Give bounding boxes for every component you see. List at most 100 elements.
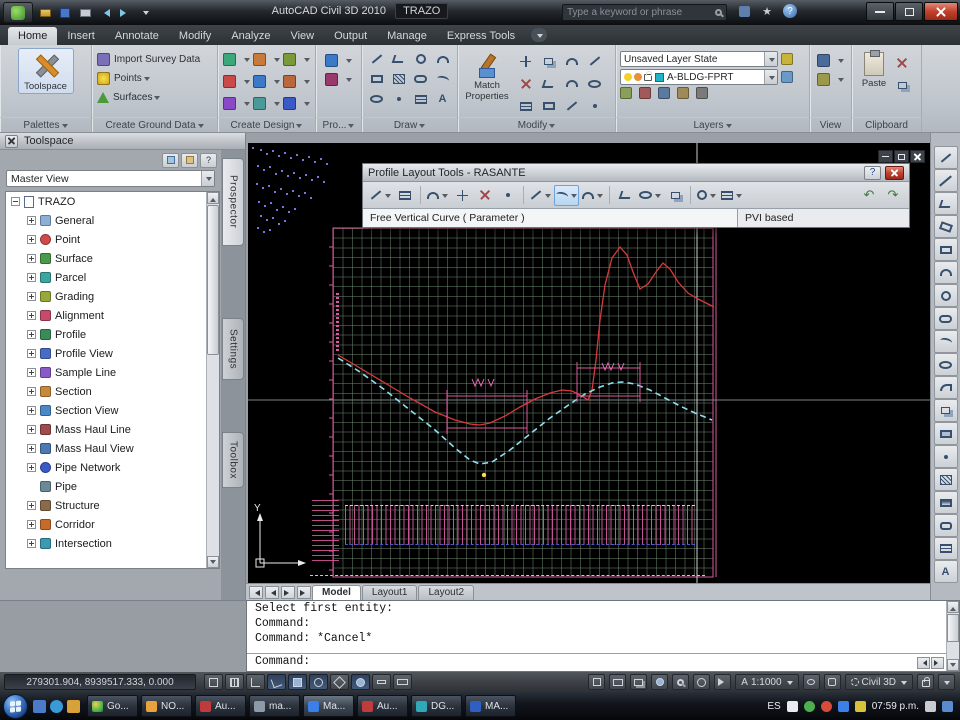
intersection-tool-button[interactable] — [222, 94, 252, 113]
tree-item-pipe-network[interactable]: Pipe Network — [6, 458, 219, 477]
view-selector-dropdown[interactable]: Master View — [6, 170, 215, 187]
scrollbar-thumb[interactable] — [947, 614, 959, 642]
show-desktop-icon[interactable] — [33, 699, 46, 713]
show-motion-button[interactable] — [714, 674, 732, 690]
polygon-tool-button[interactable] — [933, 215, 958, 238]
corridor-tool-button[interactable] — [281, 72, 311, 91]
pan-button[interactable] — [651, 674, 669, 690]
text-button[interactable]: A — [432, 91, 454, 107]
tab-settings[interactable]: Settings — [222, 318, 244, 380]
panel-design-footer[interactable]: Create Design — [218, 117, 315, 132]
tab-prospector[interactable]: Prospector — [222, 158, 244, 246]
expand-box-icon[interactable] — [27, 406, 36, 415]
tab-view[interactable]: View — [280, 27, 324, 45]
expand-box-icon[interactable] — [27, 216, 36, 225]
layer-isolate-icon[interactable] — [781, 71, 793, 83]
low-point-marker[interactable] — [481, 472, 487, 478]
array-button[interactable] — [514, 98, 537, 114]
layer-match-icon[interactable] — [677, 87, 689, 99]
tree-item-mass-haul-view[interactable]: Mass Haul View — [6, 439, 219, 458]
tree-item-section[interactable]: Section — [6, 382, 219, 401]
command-prompt[interactable]: Command: — [255, 655, 310, 668]
browser-icon[interactable] — [50, 699, 63, 713]
toolspace-button[interactable]: Toolspace — [17, 48, 74, 94]
open-button[interactable] — [36, 4, 54, 21]
copy-button[interactable] — [537, 53, 560, 69]
application-menu-button[interactable] — [3, 2, 33, 23]
layer-walk-icon[interactable] — [696, 87, 708, 99]
insert-pvi-button[interactable] — [451, 185, 473, 206]
layer-state-icon[interactable] — [781, 53, 793, 65]
construction-line-button[interactable] — [933, 169, 958, 192]
offset-button[interactable] — [583, 76, 606, 92]
layer-on-bulb-icon[interactable] — [624, 73, 632, 81]
circle-tool-button[interactable] — [933, 284, 958, 307]
explorer-icon[interactable] — [67, 699, 80, 713]
copy-profile-button[interactable] — [664, 185, 686, 206]
tray-icon-alert[interactable] — [820, 700, 832, 712]
expand-box-icon[interactable] — [27, 292, 36, 301]
tree-item-parcel[interactable]: Parcel — [6, 268, 219, 287]
tree-item-general[interactable]: General — [6, 211, 219, 230]
tray-icon-shield[interactable] — [803, 700, 815, 712]
rectangle-button[interactable] — [366, 71, 388, 87]
redo-button[interactable] — [116, 4, 134, 21]
osnap-toggle[interactable] — [288, 674, 307, 690]
profile-tools-titlebar[interactable]: Profile Layout Tools - RASANTE ? — [363, 164, 909, 182]
command-window[interactable]: Select first entity: Command: Command: *… — [246, 600, 960, 672]
line-tool-button[interactable] — [933, 146, 958, 169]
expand-box-icon[interactable] — [27, 330, 36, 339]
tab-output[interactable]: Output — [324, 27, 377, 45]
table-button[interactable] — [410, 91, 432, 107]
drawing-minimize-button[interactable] — [878, 150, 893, 163]
select-pvi-button[interactable] — [695, 185, 718, 206]
command-scrollbar[interactable] — [946, 601, 959, 671]
taskbar-item-8[interactable]: MA... — [465, 695, 516, 717]
restore-button[interactable] — [895, 2, 923, 21]
arc-tool-button[interactable] — [933, 261, 958, 284]
close-button[interactable] — [924, 2, 958, 21]
otrack-toggle[interactable] — [309, 674, 328, 690]
point-button[interactable] — [388, 91, 410, 107]
panel-pro-footer[interactable]: Pro... — [316, 117, 361, 132]
taskbar-item-3[interactable]: Au... — [195, 695, 246, 717]
layer-off-icon[interactable] — [620, 87, 632, 99]
raise-lower-button[interactable] — [637, 185, 663, 206]
qp-toggle[interactable] — [393, 674, 412, 690]
search-input[interactable] — [567, 7, 712, 18]
dropdown-button[interactable] — [764, 70, 777, 84]
spline-button[interactable] — [432, 71, 454, 87]
model-space-button[interactable] — [588, 674, 606, 690]
polyline-tool-button[interactable] — [933, 192, 958, 215]
profile-redo-button[interactable]: ↷ — [882, 185, 904, 206]
tree-item-profile[interactable]: Profile — [6, 325, 219, 344]
tab-annotate[interactable]: Annotate — [105, 27, 169, 45]
profile-tools-help-button[interactable]: ? — [864, 165, 881, 180]
polyline-button[interactable] — [388, 51, 410, 67]
curve-settings-button[interactable] — [425, 185, 450, 206]
tray-icon-network[interactable] — [837, 700, 849, 712]
profile-tool-button[interactable] — [252, 72, 282, 91]
profile-grid-view-button[interactable] — [719, 185, 744, 206]
toolspace-close-button[interactable] — [5, 134, 18, 148]
workspace-switcher[interactable]: Civil 3D — [844, 674, 913, 690]
layer-freeze-icon[interactable] — [634, 73, 642, 81]
minimize-button[interactable] — [866, 2, 894, 21]
expand-box-icon[interactable] — [27, 273, 36, 282]
tray-icon-update[interactable] — [854, 700, 866, 712]
language-indicator[interactable]: ES — [767, 701, 780, 712]
tab-insert[interactable]: Insert — [57, 27, 105, 45]
pipe-network-tool-button[interactable] — [281, 94, 311, 113]
help-button[interactable]: ? — [782, 3, 798, 19]
toolspace-help-button[interactable]: ? — [200, 152, 217, 168]
expand-box-icon[interactable] — [27, 520, 36, 529]
region-tool-button[interactable] — [933, 514, 958, 537]
taskbar-item-1[interactable]: Go... — [87, 695, 138, 717]
scroll-left-button[interactable] — [917, 657, 930, 669]
tree-item-alignment[interactable]: Alignment — [6, 306, 219, 325]
delete-pvi-button[interactable] — [474, 185, 496, 206]
last-tab-button[interactable] — [297, 586, 311, 599]
gradient-tool-button[interactable] — [933, 491, 958, 514]
table-tool-button[interactable] — [933, 537, 958, 560]
tree-item-surface[interactable]: Surface — [6, 249, 219, 268]
